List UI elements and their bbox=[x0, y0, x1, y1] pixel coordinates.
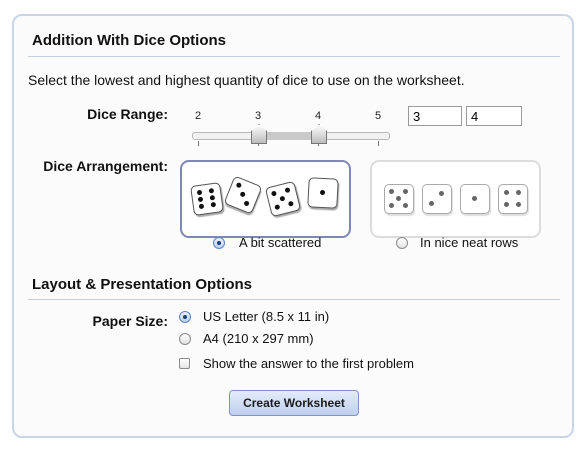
arrangement-scattered-preview[interactable] bbox=[180, 160, 351, 238]
tick-label: 4 bbox=[315, 110, 322, 122]
radio-a4[interactable] bbox=[179, 333, 191, 345]
radio-neat-rows[interactable] bbox=[396, 237, 408, 249]
radio-us-letter[interactable] bbox=[179, 311, 191, 323]
option-label-scattered: A bit scattered bbox=[239, 235, 322, 250]
die-face-three-icon bbox=[223, 175, 263, 215]
option-label-us-letter: US Letter (8.5 x 11 in) bbox=[203, 309, 330, 324]
section-title-dice: Addition With Dice Options bbox=[32, 32, 227, 49]
paper-size-label: Paper Size: bbox=[92, 313, 168, 329]
die-face-one-icon bbox=[307, 177, 339, 209]
die-face-five-icon bbox=[264, 180, 302, 218]
dice-range-label: Dice Range: bbox=[87, 106, 168, 122]
create-worksheet-button[interactable]: Create Worksheet bbox=[229, 390, 359, 416]
die-face-two-icon bbox=[422, 184, 452, 214]
section-title-layout: Layout & Presentation Options bbox=[32, 276, 253, 293]
tick-label: 3 bbox=[255, 110, 262, 122]
dice-range-high-input[interactable] bbox=[466, 106, 522, 126]
intro-text: Select the lowest and highest quantity o… bbox=[28, 72, 465, 88]
section-divider bbox=[28, 56, 560, 57]
show-answer-label: Show the answer to the first problem bbox=[203, 356, 414, 371]
show-answer-checkbox[interactable] bbox=[179, 358, 190, 369]
dice-range-selected-span bbox=[258, 132, 318, 140]
die-face-six-icon bbox=[190, 182, 224, 216]
radio-scattered[interactable] bbox=[213, 237, 225, 249]
option-label-neat-rows: In nice neat rows bbox=[420, 235, 519, 250]
tick-label: 2 bbox=[195, 110, 202, 122]
option-label-a4: A4 (210 x 297 mm) bbox=[203, 331, 314, 346]
die-face-one-icon bbox=[460, 184, 490, 214]
tick-label: 5 bbox=[375, 110, 382, 122]
dice-arrangement-label: Dice Arrangement: bbox=[43, 158, 168, 174]
die-face-four-icon bbox=[498, 184, 528, 214]
arrangement-rows-preview[interactable] bbox=[370, 160, 541, 238]
die-face-five-icon bbox=[384, 184, 414, 214]
section-divider bbox=[28, 299, 560, 300]
dice-range-low-input[interactable] bbox=[408, 106, 462, 126]
